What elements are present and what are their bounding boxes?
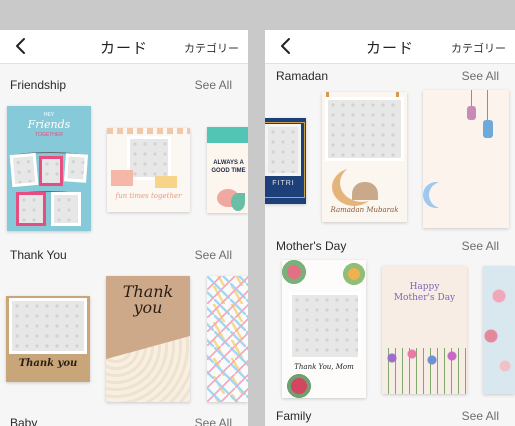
card-text: Thank you	[18, 358, 78, 369]
card-text: Thank you	[122, 282, 174, 317]
card-happy-mothers-day[interactable]: Happy Mother's Day	[382, 266, 467, 394]
damask-pattern	[106, 336, 190, 402]
see-all-friendship[interactable]: See All	[195, 78, 232, 92]
photo-placeholder-icon	[51, 192, 81, 226]
card-floral-partial[interactable]	[483, 266, 515, 394]
card-thank-you-mom[interactable]: Thank You, Mom	[282, 260, 366, 398]
section-title-ramadan: Ramadan	[276, 69, 329, 83]
card-text: TOGETHER	[35, 132, 63, 138]
stripe-border	[107, 128, 190, 134]
section-title-mothers-day: Mother's Day	[276, 239, 347, 253]
see-all-ramadan[interactable]: See All	[462, 69, 499, 83]
flower-icon	[282, 260, 308, 284]
lantern-icon	[467, 106, 476, 120]
see-all-family[interactable]: See All	[462, 409, 499, 423]
photo-placeholder-icon	[16, 192, 46, 226]
see-all-mothers-day[interactable]: See All	[462, 239, 499, 253]
card-crescent-lanterns[interactable]	[423, 90, 509, 228]
left-screen: カード カテゴリー Friendship See All HEY Friends…	[0, 30, 248, 426]
section-title-baby: Baby	[10, 416, 38, 426]
section-title-friendship: Friendship	[10, 78, 67, 92]
card-text: FITRI	[272, 180, 295, 187]
card-text: ALWAYS A GOOD TIME	[211, 160, 246, 174]
lantern-string	[487, 90, 488, 120]
flower-icon	[284, 374, 314, 398]
crescent-icon	[429, 182, 455, 208]
photo-placeholder-icon	[9, 152, 39, 188]
top-bar: カード カテゴリー	[0, 30, 248, 64]
category-button[interactable]: カテゴリー	[184, 40, 239, 56]
photo-placeholder-icon	[127, 136, 171, 180]
card-thank-you-damask[interactable]: Thank you	[106, 276, 190, 402]
card-always-good-time[interactable]: ALWAYS A GOOD TIME	[207, 127, 248, 213]
photo-placeholder-icon	[9, 298, 87, 354]
photo-placeholder-icon	[64, 153, 88, 183]
card-triangles[interactable]	[207, 276, 248, 402]
card-text: Thank You, Mom	[294, 363, 354, 371]
top-bar: カード カテゴリー	[265, 30, 515, 64]
right-screen: カード カテゴリー Ramadan See All FITRI Ramadan …	[265, 30, 515, 426]
leaf-decor	[231, 193, 245, 211]
photo-placeholder-icon	[289, 292, 361, 360]
floral-pattern	[483, 266, 515, 394]
card-text: Ramadan Mubarak	[330, 206, 399, 214]
decor-square	[111, 170, 133, 186]
card-fun-times[interactable]: fun times together	[107, 128, 190, 212]
card-text: Happy Mother's Day	[393, 282, 456, 303]
lantern-icon	[483, 120, 493, 138]
decor-band	[207, 127, 248, 143]
card-ramadan-mubarak[interactable]: Ramadan Mubarak	[322, 92, 407, 222]
section-title-family: Family	[276, 409, 312, 423]
card-text: fun times together	[115, 192, 182, 200]
flower-field	[382, 348, 467, 394]
see-all-baby[interactable]: See All	[195, 416, 232, 426]
card-friends[interactable]: HEY Friends TOGETHER	[7, 106, 91, 231]
card-text: Friends	[27, 118, 71, 131]
photo-placeholder-icon	[39, 156, 63, 186]
category-button[interactable]: カテゴリー	[451, 40, 506, 56]
decor-square	[155, 176, 177, 188]
card-fitri[interactable]: FITRI	[265, 118, 306, 204]
see-all-thank-you[interactable]: See All	[195, 248, 232, 262]
card-thank-you-kraft[interactable]: Thank you	[6, 296, 90, 382]
section-title-thank-you: Thank You	[10, 248, 67, 262]
photo-placeholder-icon	[325, 97, 404, 161]
triangle-pattern	[207, 276, 248, 402]
mosque-icon	[352, 182, 378, 200]
flower-icon	[340, 262, 366, 286]
